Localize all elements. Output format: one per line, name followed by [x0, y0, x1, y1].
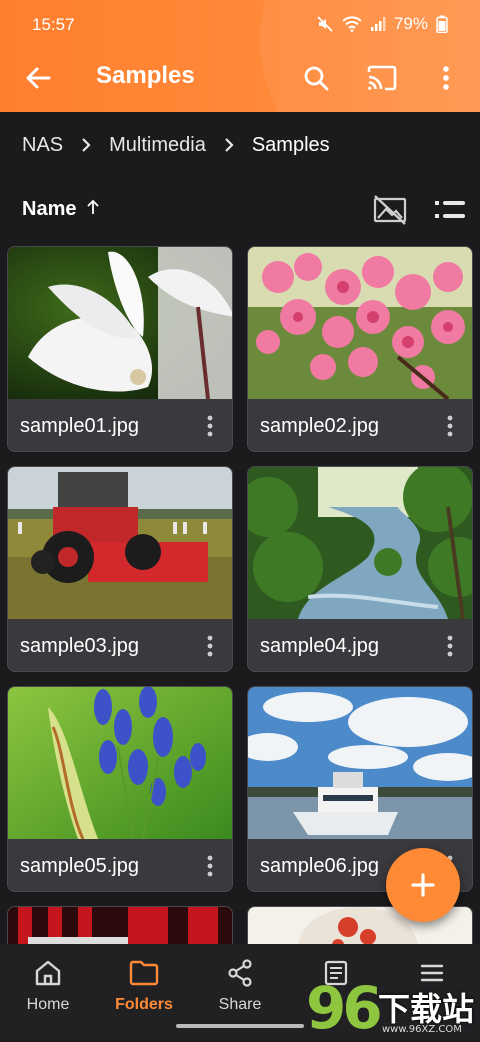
app-bar: Samples	[0, 48, 480, 112]
image-thumbnail	[8, 687, 232, 839]
top-bar: 15:57 79% Samples	[0, 0, 480, 112]
more-vert-icon	[447, 415, 453, 437]
home-icon	[0, 956, 96, 990]
file-card[interactable]: sample03.jpg	[7, 466, 233, 672]
image-off-icon	[373, 195, 407, 225]
file-card[interactable]: sample04.jpg	[247, 466, 473, 672]
file-name: sample04.jpg	[260, 635, 379, 657]
folder-icon	[96, 956, 192, 990]
file-card[interactable]: sample05.jpg	[7, 686, 233, 892]
file-name: sample02.jpg	[260, 415, 379, 437]
battery-percent: 79%	[393, 14, 428, 33]
cast-icon	[367, 65, 397, 91]
watermark-url: www.96XZ.COM	[382, 1024, 462, 1035]
search-icon	[304, 66, 329, 91]
chevron-right-icon	[224, 137, 234, 153]
file-card[interactable]: sample01.jpg	[7, 246, 233, 452]
nav-label: Home	[26, 996, 70, 1013]
breadcrumb-item-multimedia[interactable]: Multimedia	[109, 134, 206, 157]
image-thumbnail	[248, 467, 472, 619]
more-vert-icon	[207, 855, 213, 877]
more-vert-icon	[207, 635, 213, 657]
more-vert-icon	[443, 66, 449, 90]
sort-by-name-button[interactable]: Name	[22, 198, 76, 221]
file-more-button[interactable]	[198, 851, 222, 881]
file-name: sample03.jpg	[20, 635, 139, 657]
hide-thumbnails-button[interactable]	[370, 190, 410, 230]
signal-icon	[370, 16, 386, 32]
share-icon	[192, 956, 288, 990]
battery-icon	[436, 15, 448, 33]
file-more-button[interactable]	[198, 631, 222, 661]
file-more-button[interactable]	[438, 631, 462, 661]
status-bar: 15:57 79%	[0, 0, 480, 48]
more-vert-icon	[447, 635, 453, 657]
status-icons: 79%	[316, 14, 448, 34]
watermark: 96 下载站 www.96XZ.COM	[306, 974, 480, 1042]
page-title: Samples	[96, 62, 195, 89]
wifi-icon	[342, 16, 362, 32]
more-options-button[interactable]	[426, 58, 466, 98]
sort-bar: Name	[0, 188, 480, 232]
nav-item-share[interactable]: Share	[192, 956, 288, 1014]
mute-icon	[316, 15, 334, 33]
status-time: 15:57	[32, 15, 75, 34]
file-more-button[interactable]	[438, 411, 462, 441]
breadcrumb: NAS Multimedia Samples	[22, 132, 330, 158]
file-name: sample05.jpg	[20, 855, 139, 877]
breadcrumb-item-samples: Samples	[251, 133, 330, 156]
chevron-right-icon	[81, 137, 91, 153]
back-button[interactable]	[20, 60, 56, 96]
list-view-icon	[435, 201, 465, 218]
file-more-button[interactable]	[198, 411, 222, 441]
sort-ascending-icon[interactable]	[86, 198, 100, 221]
image-thumbnail	[248, 687, 472, 839]
search-button[interactable]	[296, 58, 336, 98]
cast-button[interactable]	[362, 58, 402, 98]
image-thumbnail	[8, 467, 232, 619]
nav-item-folders[interactable]: Folders	[96, 956, 192, 1014]
file-name: sample06.jpg	[260, 855, 379, 877]
file-name: sample01.jpg	[20, 415, 139, 437]
nav-label: Share	[218, 996, 262, 1013]
plus-icon	[411, 873, 435, 897]
list-view-button[interactable]	[430, 190, 470, 230]
nav-item-home[interactable]: Home	[0, 956, 96, 1014]
image-thumbnail	[248, 247, 472, 399]
nav-label: Folders	[115, 996, 173, 1013]
gesture-handle	[176, 1024, 304, 1028]
back-arrow-icon	[26, 67, 51, 89]
breadcrumb-item-nas[interactable]: NAS	[22, 134, 63, 157]
image-thumbnail	[8, 247, 232, 399]
file-card[interactable]: sample02.jpg	[247, 246, 473, 452]
watermark-number: 96	[306, 974, 383, 1042]
more-vert-icon	[207, 415, 213, 437]
add-button[interactable]	[386, 848, 460, 922]
